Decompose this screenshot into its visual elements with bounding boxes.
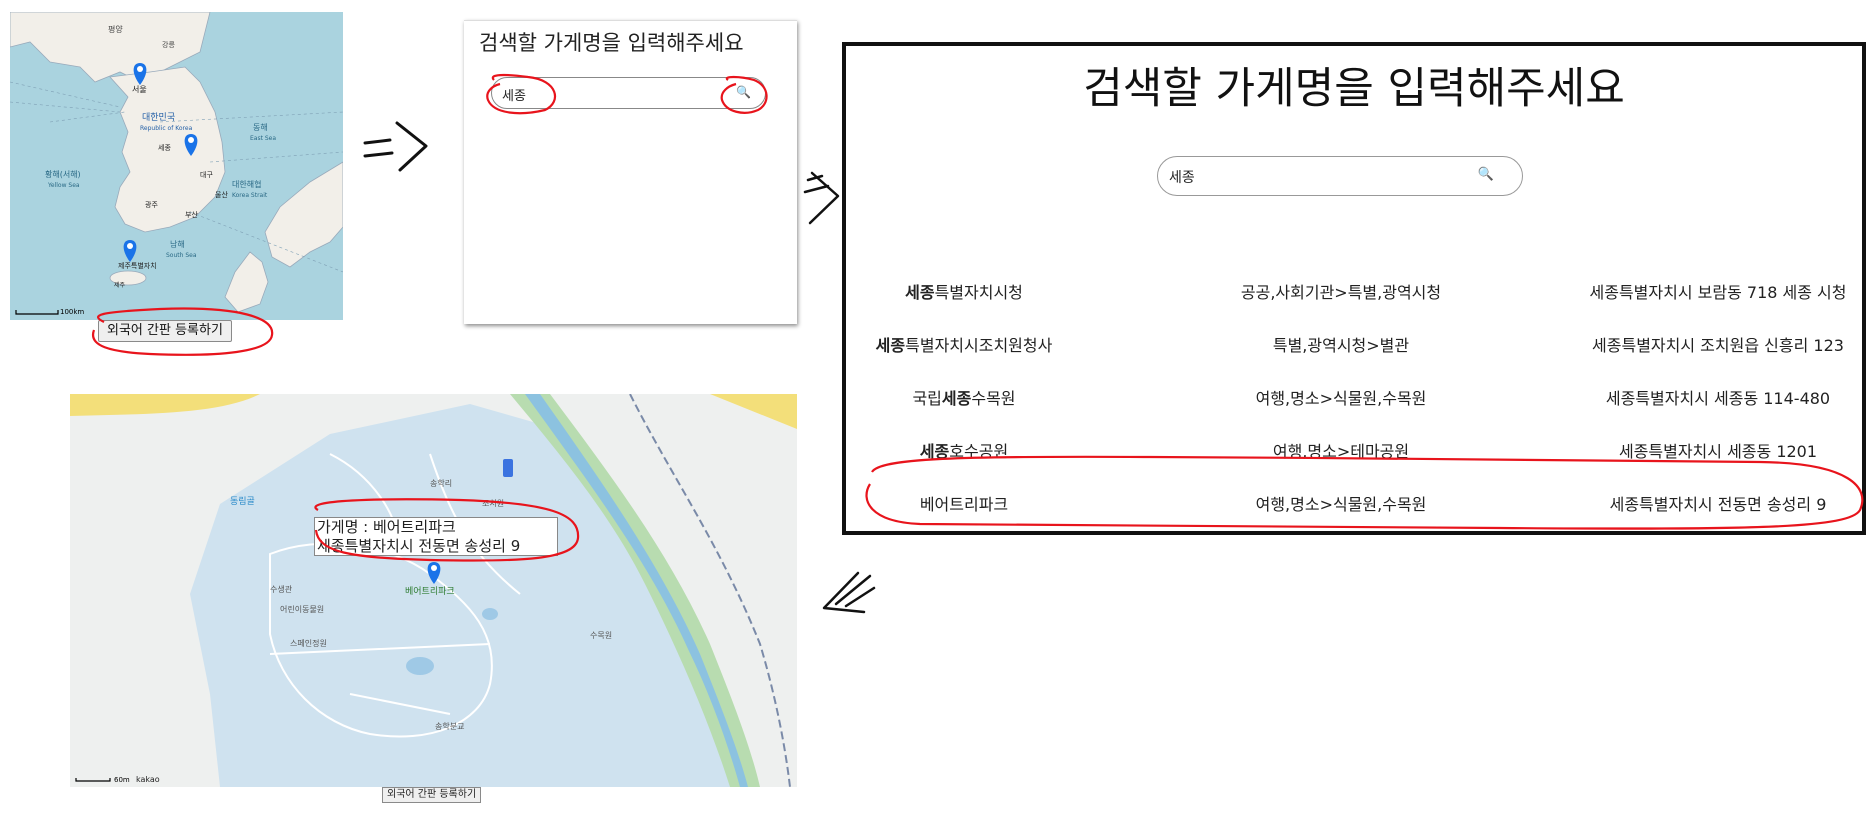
arrow-right-icon (363, 121, 428, 172)
map-label-korea: 대한민국 (142, 112, 175, 123)
detail-map-label: 동림골 (230, 495, 255, 507)
result-address: 세종특별자치시 세종동 1201 (1618, 442, 1818, 461)
register-foreign-sign-button-small[interactable]: 외국어 간판 등록하기 (382, 787, 482, 803)
detail-map-label: 어린이동물원 (280, 604, 324, 614)
place-label: 베어트리파크 (405, 586, 455, 597)
result-address: 세종특별자치시 조치원읍 신흥리 123 (1592, 336, 1844, 355)
search-panel-small: 검색할 가게명을 입력해주세요 세종 🔍 (464, 20, 797, 324)
map-label-gwangju: 광주 (145, 201, 158, 209)
result-name: 세종특별자치시청 (905, 283, 1023, 302)
detail-map-label: 스페인정원 (290, 638, 327, 648)
map-label-east-sea: 동해 (253, 122, 268, 132)
result-category: 공공,사회기관>특별,광역시청 (1240, 283, 1442, 302)
result-category: 여행,명소>식물원,수목원 (1255, 495, 1427, 514)
search-input-value: 세종 (1169, 170, 1195, 186)
map-label-south-sea-en: South Sea (166, 252, 197, 259)
map-scale-label: 100km (60, 308, 84, 316)
search-title-small: 검색할 가게명을 입력해주세요 (479, 31, 744, 55)
detail-map-scale-label: 60m (114, 776, 130, 784)
search-icon[interactable]: 🔍 (736, 85, 751, 99)
result-name: 세종호수공원 (919, 442, 1009, 461)
map-label-jeju-sp: 제주특별자치 (118, 261, 157, 270)
result-address: 세종특별자치시 세종동 114-480 (1605, 389, 1831, 408)
result-category: 특별,광역시청>별관 (1272, 336, 1410, 355)
result-row[interactable]: 국립세종수목원 여행,명소>식물원,수목원 세종특별자치시 세종동 114-48… (846, 385, 1862, 425)
search-input-small[interactable]: 세종 🔍 (491, 77, 766, 109)
map-label-yellow-sea-en: Yellow Sea (47, 182, 80, 189)
map-label-korea-en: Republic of Korea (140, 125, 193, 132)
korea-map[interactable]: 평양 강릉 서울 대한민국 Republic of Korea 세종 대구 울산… (10, 12, 343, 320)
result-category: 여행,명소>식물원,수목원 (1255, 389, 1427, 408)
detail-map-label: 수목원 (590, 631, 612, 640)
info-name: 가게명 : 베어트리파크 (317, 518, 456, 536)
map-label-gangneung: 강릉 (162, 40, 175, 49)
search-input-value: 세종 (502, 89, 526, 104)
result-address: 세종특별자치시 보람동 718 세종 시청 (1589, 283, 1847, 302)
result-row[interactable]: 세종호수공원 여행,명소>테마공원 세종특별자치시 세종동 1201 (846, 438, 1862, 478)
map-label-korea-strait: 대한해협 (232, 179, 261, 189)
detail-map-label: 송학리 (430, 478, 452, 488)
map-label-yellow-sea: 황해(서해) (45, 169, 81, 179)
map-label-sejong: 세종 (158, 143, 171, 152)
result-row[interactable]: 세종특별자치시조치원청사 특별,광역시청>별관 세종특별자치시 조치원읍 신흥리… (846, 332, 1862, 372)
result-name: 국립세종수목원 (912, 389, 1016, 408)
detail-map[interactable]: 동림골 송학리 조치원 수생관 어린이동물원 스페인정원 수목원 송학분교 베어… (70, 394, 797, 787)
kakao-logo: kakao (136, 775, 160, 784)
map-label-jeju: 제주 (114, 281, 126, 289)
arrow-right-icon (803, 171, 840, 225)
result-row-selected[interactable]: 베어트리파크 여행,명소>식물원,수목원 세종특별자치시 전동면 송성리 9 (846, 491, 1862, 531)
detail-map-label: 수생관 (270, 584, 293, 594)
result-name: 베어트리파크 (919, 495, 1009, 514)
map-label-south-sea: 남해 (170, 239, 185, 249)
map-label-seoul: 서울 (132, 85, 147, 94)
info-address: 세종특별자치시 전동면 송성리 9 (317, 537, 521, 555)
result-category: 여행,명소>테마공원 (1272, 442, 1410, 461)
detail-map-graphic: 동림골 송학리 조치원 수생관 어린이동물원 스페인정원 수목원 송학분교 베어… (70, 394, 797, 787)
arrow-left-icon (822, 571, 876, 614)
search-title: 검색할 가게명을 입력해주세요 (1083, 64, 1625, 114)
korea-map-graphic: 평양 강릉 서울 대한민국 Republic of Korea 세종 대구 울산… (10, 12, 343, 320)
detail-map-label: 조치원 (482, 499, 504, 508)
map-label-korea-strait-en: Korea Strait (232, 192, 268, 199)
search-icon[interactable]: 🔍 (1478, 167, 1494, 182)
place-info-window: 가게명 : 베어트리파크 세종특별자치시 전동면 송성리 9 (314, 517, 558, 556)
map-label-ulsan: 울산 (215, 190, 228, 199)
detail-map-label: 송학분교 (435, 721, 464, 731)
search-input[interactable]: 세종 🔍 (1157, 156, 1523, 196)
bus-stop-icon (503, 459, 513, 477)
register-foreign-sign-button[interactable]: 외국어 간판 등록하기 (98, 320, 232, 342)
search-results-panel: 검색할 가게명을 입력해주세요 세종 🔍 세종특별자치시청 공공,사회기관>특별… (842, 42, 1866, 535)
map-label-busan: 부산 (185, 210, 198, 219)
result-name: 세종특별자치시조치원청사 (875, 336, 1053, 355)
map-label-pyeongyang: 평양 (108, 24, 123, 34)
result-row[interactable]: 세종특별자치시청 공공,사회기관>특별,광역시청 세종특별자치시 보람동 718… (846, 279, 1862, 319)
map-label-daegu: 대구 (200, 171, 213, 179)
map-label-east-sea-en: East Sea (250, 135, 276, 142)
result-address: 세종특별자치시 전동면 송성리 9 (1609, 495, 1827, 514)
